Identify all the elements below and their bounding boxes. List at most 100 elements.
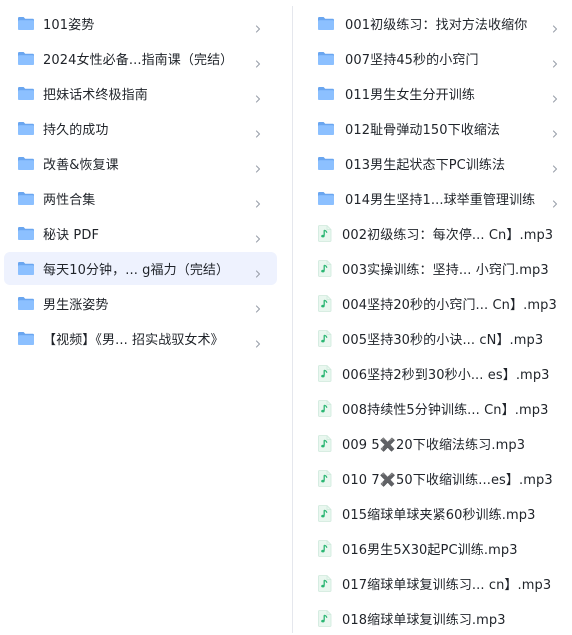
audio-file-icon [317, 295, 332, 312]
folder-icon [17, 51, 35, 66]
file-name: 010 7✖️50下收缩训练...es】.mp3 [342, 473, 553, 488]
folder-icon [317, 191, 335, 206]
folder-name: 把妹话术终极指南 [43, 88, 148, 103]
chevron-right-icon[interactable] [253, 334, 263, 348]
folder-name: 2024女性必备...指南课（完结） [43, 53, 234, 68]
audio-file-icon [317, 400, 332, 417]
file-name: 008持续性5分钟训练... Cn】.mp3 [342, 403, 549, 418]
folder-item[interactable]: 每天10分钟，... g福力（完结） [4, 252, 277, 285]
file-item[interactable]: 008持续性5分钟训练... Cn】.mp3 [308, 392, 568, 425]
chevron-right-icon[interactable] [253, 229, 263, 243]
folder-name: 【视频】《男... 招实战驭女术》 [43, 333, 224, 348]
folder-item[interactable]: 014男生坚持1...球举重管理训练 [308, 182, 568, 215]
folder-item[interactable]: 把妹话术终极指南 [4, 77, 277, 110]
file-item[interactable]: 009 5✖️20下收缩法练习.mp3 [308, 427, 568, 460]
audio-file-icon [317, 470, 332, 487]
chevron-right-icon[interactable] [253, 124, 263, 138]
chevron-right-icon[interactable] [253, 159, 263, 173]
folder-item[interactable]: 001初级练习：找对方法收缩你 [308, 7, 568, 40]
audio-file-icon [317, 435, 332, 452]
file-item[interactable]: 017缩球单球复训练习... cn】.mp3 [308, 567, 568, 600]
file-name: 015缩球单球夹紧60秒训练.mp3 [342, 508, 536, 523]
audio-file-icon [317, 540, 332, 557]
chevron-right-icon[interactable] [253, 54, 263, 68]
chevron-right-icon[interactable] [550, 124, 560, 138]
file-name: 002初级练习：每次停... Cn】.mp3 [342, 228, 554, 243]
folder-item[interactable]: 两性合集 [4, 182, 277, 215]
file-name: 009 5✖️20下收缩法练习.mp3 [342, 438, 526, 453]
chevron-right-icon[interactable] [550, 54, 560, 68]
folder-item[interactable]: 007坚持45秒的小窍门 [308, 42, 568, 75]
folder-name: 改善&恢复课 [43, 158, 119, 173]
folder-name: 每天10分钟，... g福力（完结） [43, 263, 230, 278]
folder-icon [317, 51, 335, 66]
audio-file-icon [317, 610, 332, 627]
file-item[interactable]: 004坚持20秒的小窍门... Cn】.mp3 [308, 287, 568, 320]
folder-icon [17, 331, 35, 346]
file-item[interactable]: 006坚持2秒到30秒小... es】.mp3 [308, 357, 568, 390]
folder-name: 001初级练习：找对方法收缩你 [345, 18, 528, 33]
file-item[interactable]: 002初级练习：每次停... Cn】.mp3 [308, 217, 568, 250]
folder-item[interactable]: 男生涨姿势 [4, 287, 277, 320]
file-name: 004坚持20秒的小窍门... Cn】.mp3 [342, 298, 557, 313]
chevron-right-icon[interactable] [550, 89, 560, 103]
folder-icon [17, 226, 35, 241]
file-name: 003实操训练：坚持... 小窍门.mp3 [342, 263, 549, 278]
chevron-right-icon[interactable] [253, 89, 263, 103]
file-name: 005坚持30秒的小诀... cN】.mp3 [342, 333, 544, 348]
folder-name: 013男生起状态下PC训练法 [345, 158, 506, 173]
folder-item[interactable]: 【视频】《男... 招实战驭女术》 [4, 322, 277, 355]
file-item[interactable]: 003实操训练：坚持... 小窍门.mp3 [308, 252, 568, 285]
folder-item[interactable]: 013男生起状态下PC训练法 [308, 147, 568, 180]
folder-name: 两性合集 [43, 193, 96, 208]
file-item[interactable]: 018缩球单球复训练习.mp3 [308, 602, 568, 635]
chevron-right-icon[interactable] [550, 19, 560, 33]
folder-icon [317, 86, 335, 101]
folder-icon [17, 296, 35, 311]
folder-name: 011男生女生分开训练 [345, 88, 475, 103]
folder-icon [317, 16, 335, 31]
file-item[interactable]: 015缩球单球夹紧60秒训练.mp3 [308, 497, 568, 530]
chevron-right-icon[interactable] [253, 264, 263, 278]
folder-item[interactable]: 改善&恢复课 [4, 147, 277, 180]
folder-name: 持久的成功 [43, 123, 109, 138]
folder-item[interactable]: 秘诀 PDF [4, 217, 277, 250]
folder-icon [317, 156, 335, 171]
folder-name: 101姿势 [43, 18, 95, 33]
folder-item[interactable]: 2024女性必备...指南课（完结） [4, 42, 277, 75]
file-name: 018缩球单球复训练习.mp3 [342, 613, 506, 628]
folder-icon [317, 121, 335, 136]
file-name: 006坚持2秒到30秒小... es】.mp3 [342, 368, 550, 383]
audio-file-icon [317, 505, 332, 522]
file-name: 016男生5X30起PC训练.mp3 [342, 543, 518, 558]
folder-icon [17, 121, 35, 136]
audio-file-icon [317, 260, 332, 277]
file-item[interactable]: 010 7✖️50下收缩训练...es】.mp3 [308, 462, 568, 495]
folder-name: 014男生坚持1...球举重管理训练 [345, 193, 536, 208]
chevron-right-icon[interactable] [253, 194, 263, 208]
audio-file-icon [317, 330, 332, 347]
file-name: 017缩球单球复训练习... cn】.mp3 [342, 578, 552, 593]
folder-item[interactable]: 012耻骨弹动150下收缩法 [308, 112, 568, 145]
chevron-right-icon[interactable] [253, 19, 263, 33]
folder-name: 007坚持45秒的小窍门 [345, 53, 479, 68]
folder-item[interactable]: 101姿势 [4, 7, 277, 40]
chevron-right-icon[interactable] [550, 159, 560, 173]
folder-icon [17, 86, 35, 101]
file-item[interactable]: 016男生5X30起PC训练.mp3 [308, 532, 568, 565]
audio-file-icon [317, 365, 332, 382]
folder-name: 男生涨姿势 [43, 298, 109, 313]
folder-icon [17, 16, 35, 31]
folder-item[interactable]: 011男生女生分开训练 [308, 77, 568, 110]
file-item[interactable]: 005坚持30秒的小诀... cN】.mp3 [308, 322, 568, 355]
folder-name: 012耻骨弹动150下收缩法 [345, 123, 501, 138]
audio-file-icon [317, 575, 332, 592]
chevron-right-icon[interactable] [253, 299, 263, 313]
audio-file-icon [317, 225, 332, 242]
chevron-right-icon[interactable] [550, 194, 560, 208]
folder-icon [17, 156, 35, 171]
folder-name: 秘诀 PDF [43, 228, 100, 243]
folder-item[interactable]: 持久的成功 [4, 112, 277, 145]
folder-icon [17, 191, 35, 206]
folder-icon [17, 261, 35, 276]
